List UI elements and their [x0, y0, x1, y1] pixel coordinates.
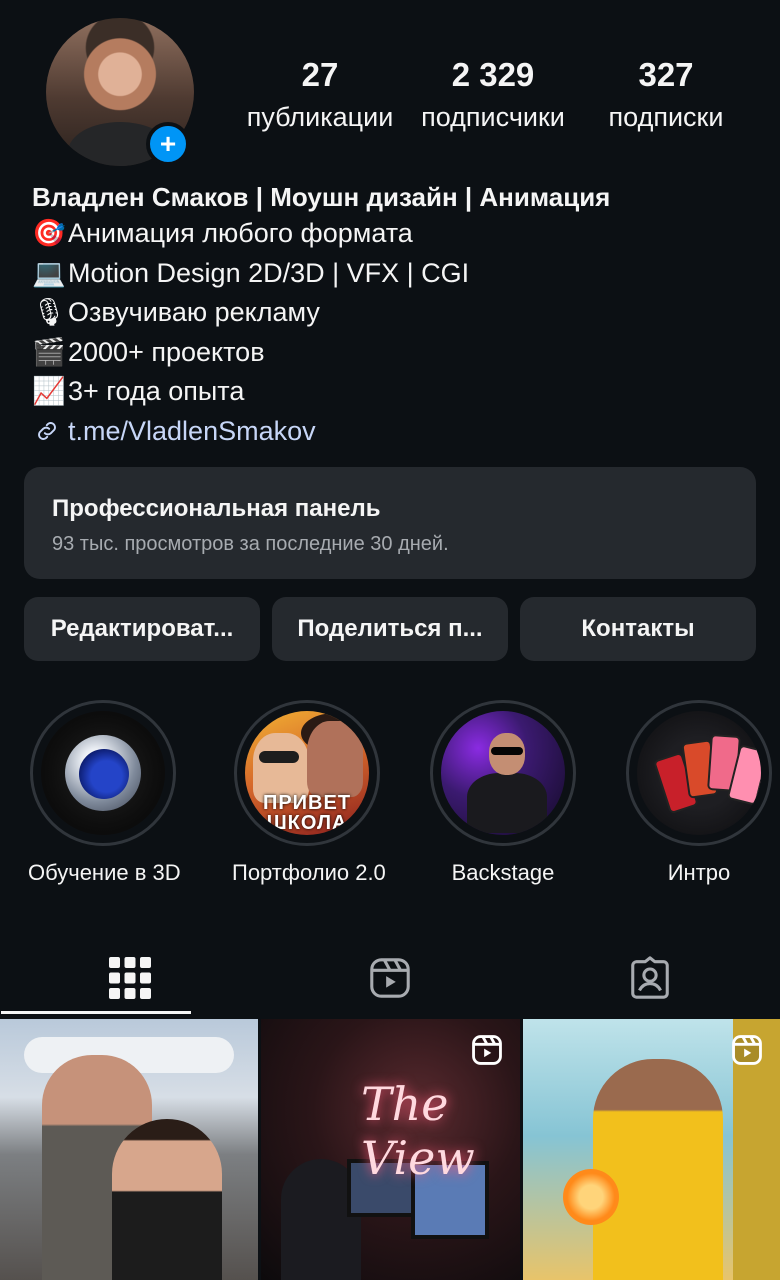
reels-icon [370, 958, 410, 998]
clapper-icon: 🎬 [32, 336, 66, 368]
laptop-icon: 💻 [32, 257, 66, 289]
grid-icon [109, 957, 151, 999]
portfolio-cover-image: ПРИВЕТ ШКОЛА [245, 711, 369, 835]
panel-subtitle: 93 тыс. просмотров за последние 30 дней. [52, 533, 449, 555]
logo-core [79, 749, 129, 799]
bio-line-text: 3+ года опыта [68, 376, 245, 406]
cinema4d-logo-icon [41, 711, 165, 835]
backstage-cover-image [441, 711, 565, 835]
tab-posts-grid[interactable] [0, 940, 260, 1016]
microphone-icon: 🎙 [32, 297, 67, 328]
highlight-ring [430, 700, 576, 846]
followers-count: 2 329 [451, 56, 535, 93]
posts-label: публикации [246, 102, 394, 132]
bio-link[interactable]: t.me/VladlenSmakov [32, 412, 752, 451]
highlight-label: Обучение в 3D [28, 860, 181, 885]
followers-stat[interactable]: 2 329 подписчики [403, 56, 583, 133]
post-orange [563, 1169, 619, 1225]
target-icon: 🎯 [32, 218, 66, 249]
cover-figure-body [467, 773, 547, 833]
highlight-intro[interactable]: Интро [624, 700, 774, 886]
add-story-plus-icon[interactable]: + [146, 122, 190, 166]
bio-line: 🎬2000+ проектов [32, 333, 752, 373]
highlight-ring [30, 700, 176, 846]
active-tab-indicator [1, 1011, 191, 1014]
reel-badge-icon [732, 1035, 762, 1065]
highlight-ring [626, 700, 772, 846]
contacts-button[interactable]: Контакты [520, 597, 756, 661]
profile-bio: Владлен Смаков | Моушн дизайн | Анимация… [32, 180, 752, 450]
post-thumbnail[interactable] [0, 1019, 258, 1280]
reel-badge-icon [472, 1035, 502, 1065]
bio-link-text[interactable]: t.me/VladlenSmakov [68, 416, 316, 446]
following-stat[interactable]: 327 подписки [586, 56, 746, 133]
bio-line-text: 2000+ проектов [68, 336, 265, 367]
cover-sunglasses [491, 747, 523, 755]
post-thumbnail-reel[interactable]: The View [261, 1019, 520, 1280]
highlight-label: Интро [667, 860, 731, 885]
bio-line: 🎙Озвучиваю рекламу [32, 293, 752, 333]
post-figure [112, 1119, 222, 1280]
highlight-label: Портфолио 2.0 [232, 860, 386, 885]
following-count: 327 [638, 56, 694, 93]
highlight-portfolio[interactable]: ПРИВЕТ ШКОЛА Портфолио 2.0 [232, 700, 386, 886]
post-figure [593, 1059, 723, 1280]
share-profile-button[interactable]: Поделиться п... [272, 597, 508, 661]
chart-icon: 📈 [32, 376, 66, 407]
edit-profile-button[interactable]: Редактироват... [24, 597, 260, 661]
tab-tagged[interactable] [520, 940, 780, 1016]
cover-figure [307, 721, 363, 797]
followers-label: подписчики [421, 102, 565, 132]
tab-reels[interactable] [260, 940, 520, 1016]
posts-count: 27 [301, 56, 339, 93]
highlight-label: Backstage [451, 860, 555, 885]
bio-line: 💻Motion Design 2D/3D | VFX | CGI [32, 254, 752, 294]
link-icon [38, 421, 56, 440]
panel-title: Профессиональная панель [52, 495, 381, 522]
profile-name: Владлен Смаков | Моушн дизайн | Анимация [32, 182, 611, 212]
professional-dashboard-card[interactable]: Профессиональная панель 93 тыс. просмотр… [24, 467, 756, 579]
cover-text: ПРИВЕТ ШКОЛА [262, 792, 352, 834]
bio-line-text: Анимация любого формата [68, 218, 413, 248]
tagged-person-icon [631, 956, 669, 999]
bio-line-text: Озвучиваю рекламу [68, 297, 320, 327]
following-label: подписки [608, 102, 724, 132]
post-neon-text: The View [361, 1077, 475, 1185]
cover-glasses [259, 751, 299, 763]
post-thumbnail-reel[interactable] [523, 1019, 780, 1280]
intro-cover-image [637, 711, 761, 835]
bio-line: 📈3+ года опыта [32, 372, 752, 412]
highlight-backstage[interactable]: Backstage [428, 700, 578, 886]
bio-line: 🎯Анимация любого формата [32, 214, 752, 254]
highlight-ring: ПРИВЕТ ШКОЛА [234, 700, 380, 846]
posts-stat[interactable]: 27 публикации [230, 56, 410, 133]
bio-line-text: Motion Design 2D/3D | VFX | CGI [68, 257, 470, 288]
highlight-learning-3d[interactable]: Обучение в 3D [28, 700, 181, 886]
